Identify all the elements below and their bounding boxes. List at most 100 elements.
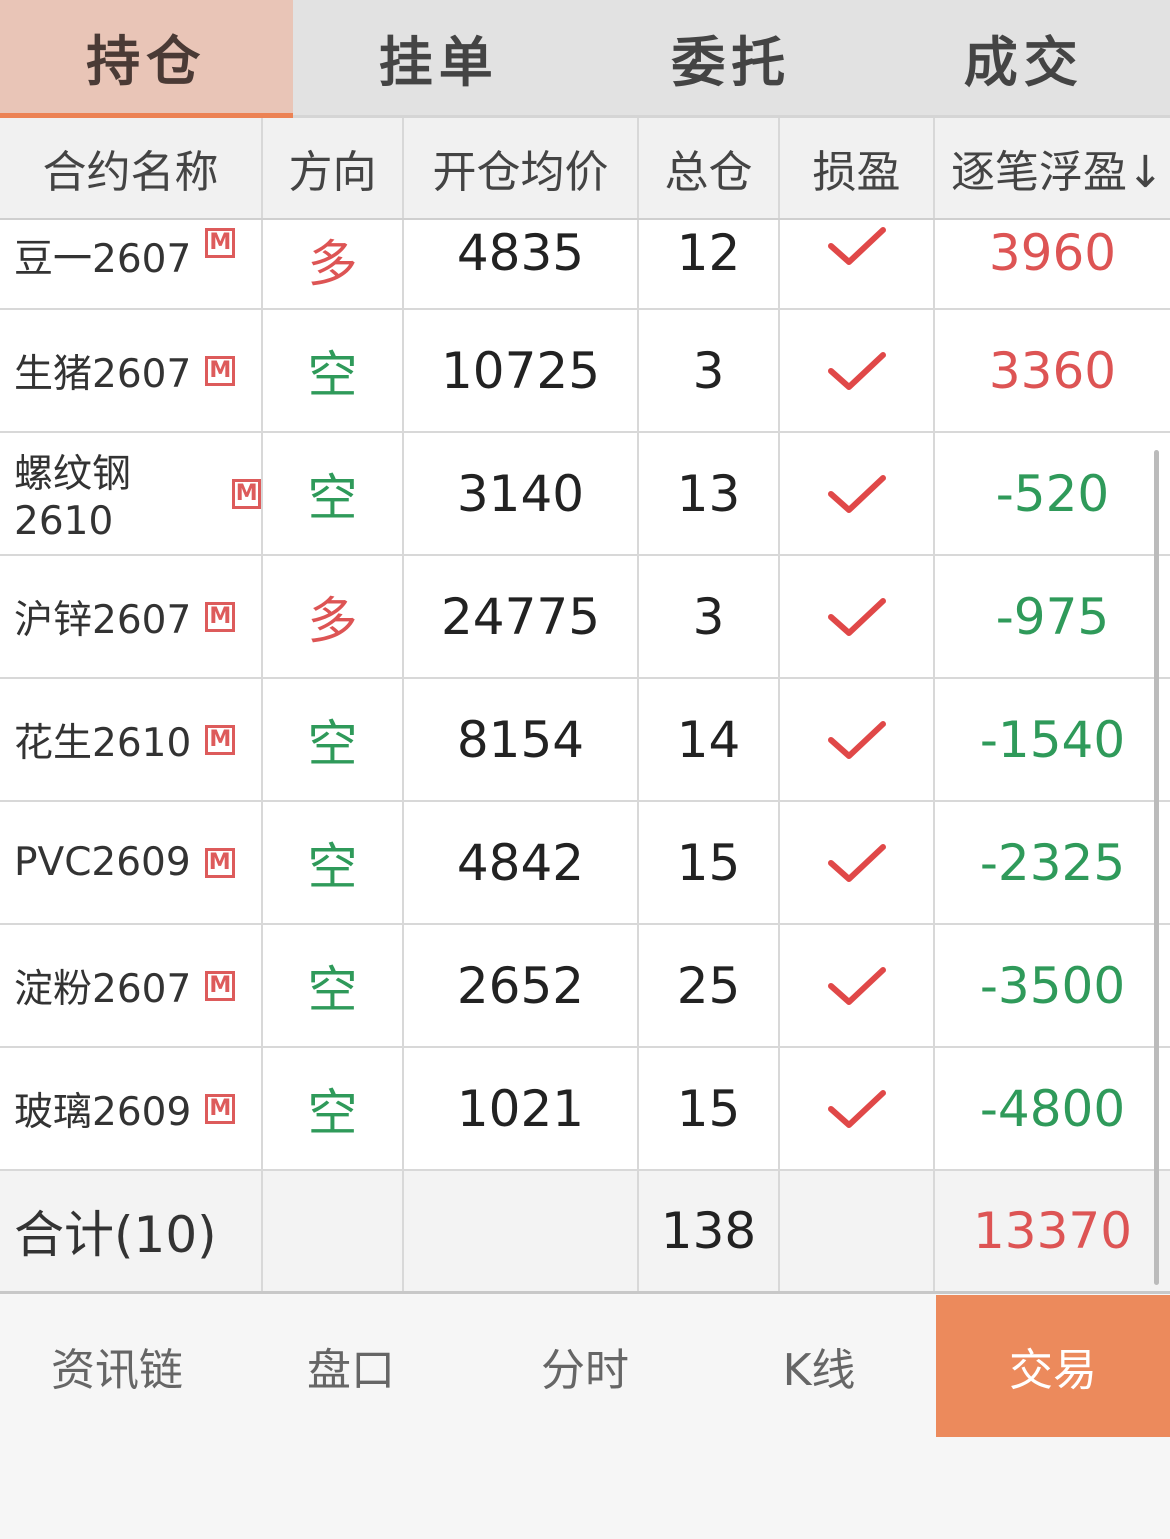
m-badge-icon: M [232, 478, 261, 509]
avg-price-cell: 4835 [404, 220, 639, 308]
table-row[interactable]: 花生2610 M 空 8154 14 -1540 [0, 679, 1170, 802]
direction-cell: 空 [263, 802, 404, 923]
table-row[interactable]: 豆一2607 M 多 4835 12 3960 [0, 220, 1170, 310]
table-row[interactable]: 螺纹钢2610 M 空 3140 13 -520 [0, 433, 1170, 556]
avg-price-cell: 8154 [404, 679, 639, 800]
nav-order-book[interactable]: 盘口 [234, 1295, 468, 1437]
contract-name: 豆一2607 [14, 237, 192, 282]
total-cell: 12 [639, 220, 780, 308]
avg-price: 3140 [456, 464, 585, 523]
stop-pl-cell[interactable] [780, 310, 935, 431]
floating-pl: -1540 [979, 710, 1126, 769]
direction-label: 多 [307, 235, 358, 293]
tab-positions[interactable]: 持仓 [0, 0, 293, 118]
stop-pl-cell[interactable] [780, 1048, 935, 1169]
avg-price-cell: 4842 [404, 802, 639, 923]
m-badge-icon: M [205, 228, 236, 258]
total-position: 14 [676, 710, 741, 769]
stop-pl-cell[interactable] [780, 433, 935, 554]
total-cell: 15 [639, 802, 780, 923]
total-empty-price [404, 1171, 639, 1291]
floating-pl: -2325 [979, 833, 1126, 892]
avg-price-cell: 2652 [404, 925, 639, 1046]
check-icon[interactable] [827, 595, 887, 639]
col-header-floating-pl[interactable]: 逐笔浮盈↓ [935, 118, 1170, 218]
contract-cell: 豆一2607 M [0, 220, 263, 308]
check-icon[interactable] [827, 1087, 887, 1131]
nav-trade[interactable]: 交易 [936, 1295, 1170, 1437]
scrollbar[interactable] [1154, 450, 1159, 1285]
col-header-direction[interactable]: 方向 [263, 118, 404, 218]
m-badge-icon: M [205, 355, 236, 386]
col-header-total[interactable]: 总仓 [639, 118, 780, 218]
nav-news-chain[interactable]: 资讯链 [0, 1295, 234, 1437]
avg-price: 2652 [456, 956, 585, 1015]
floating-pl: 3360 [988, 341, 1117, 400]
total-cell: 3 [639, 310, 780, 431]
col-header-contract[interactable]: 合约名称 [0, 118, 263, 218]
contract-cell: 花生2610 M [0, 679, 263, 800]
contract-name: 生猪2607 [14, 351, 192, 397]
direction-cell: 多 [263, 556, 404, 677]
contract-cell: 沪锌2607 M [0, 556, 263, 677]
direction-label: 多 [307, 591, 358, 650]
stop-pl-cell[interactable] [780, 220, 935, 308]
avg-price: 8154 [456, 710, 585, 769]
tab-orders[interactable]: 委托 [585, 0, 878, 118]
contract-name: 玻璃2609 [14, 1089, 192, 1135]
contract-name: 沪锌2607 [14, 597, 192, 643]
floating-pl-cell: -2325 [935, 802, 1170, 923]
contract-name: 花生2610 [14, 720, 192, 766]
total-cell: 3 [639, 556, 780, 677]
bottom-nav: 资讯链 盘口 分时 K线 交易 [0, 1295, 1170, 1539]
direction-cell: 空 [263, 925, 404, 1046]
m-badge-icon: M [204, 847, 235, 878]
total-cell: 15 [639, 1048, 780, 1169]
table-row[interactable]: 淀粉2607 M 空 2652 25 -3500 [0, 925, 1170, 1048]
avg-price-cell: 1021 [404, 1048, 639, 1169]
stop-pl-cell[interactable] [780, 802, 935, 923]
nav-intraday[interactable]: 分时 [468, 1295, 702, 1437]
tab-pending-orders[interactable]: 挂单 [292, 0, 585, 118]
tab-trades[interactable]: 成交 [877, 0, 1170, 118]
table-row[interactable]: PVC2609 M 空 4842 15 -2325 [0, 802, 1170, 925]
stop-pl-cell[interactable] [780, 925, 935, 1046]
total-empty-direction [263, 1171, 404, 1291]
direction-label: 空 [307, 345, 358, 404]
col-header-stop-pl[interactable]: 损盈 [780, 118, 935, 218]
table-row[interactable]: 生猪2607 M 空 10725 3 3360 [0, 310, 1170, 433]
col-header-avg-price[interactable]: 开仓均价 [404, 118, 639, 218]
table-row[interactable]: 沪锌2607 M 多 24775 3 -975 [0, 556, 1170, 679]
check-icon[interactable] [827, 224, 887, 268]
check-icon[interactable] [827, 349, 887, 393]
stop-pl-cell[interactable] [780, 679, 935, 800]
nav-kline[interactable]: K线 [702, 1295, 936, 1437]
direction-cell: 空 [263, 1048, 404, 1169]
total-empty-stop [780, 1171, 935, 1291]
contract-cell: 生猪2607 M [0, 310, 263, 431]
direction-cell: 多 [263, 220, 404, 308]
floating-pl-cell: -4800 [935, 1048, 1170, 1169]
floating-pl: -520 [995, 464, 1110, 523]
direction-cell: 空 [263, 679, 404, 800]
floating-pl-cell: -975 [935, 556, 1170, 677]
avg-price: 10725 [440, 341, 601, 400]
avg-price: 1021 [456, 1079, 585, 1138]
floating-pl: -975 [995, 587, 1110, 646]
contract-name: 螺纹钢2610 [14, 452, 132, 544]
m-badge-icon: M [205, 970, 236, 1001]
check-icon[interactable] [827, 964, 887, 1008]
avg-price-cell: 10725 [404, 310, 639, 431]
total-cell: 25 [639, 925, 780, 1046]
total-position: 15 [676, 833, 741, 892]
contract-cell: PVC2609 M [0, 802, 263, 923]
total-row: 合计(10) 138 13370 [0, 1171, 1170, 1294]
contract-name: PVC2609 [14, 840, 191, 885]
table-row[interactable]: 玻璃2609 M 空 1021 15 -4800 [0, 1048, 1170, 1171]
check-icon[interactable] [827, 841, 887, 885]
contract-cell: 螺纹钢2610 M [0, 433, 263, 554]
stop-pl-cell[interactable] [780, 556, 935, 677]
check-icon[interactable] [827, 718, 887, 762]
check-icon[interactable] [827, 472, 887, 516]
direction-label: 空 [307, 837, 358, 896]
